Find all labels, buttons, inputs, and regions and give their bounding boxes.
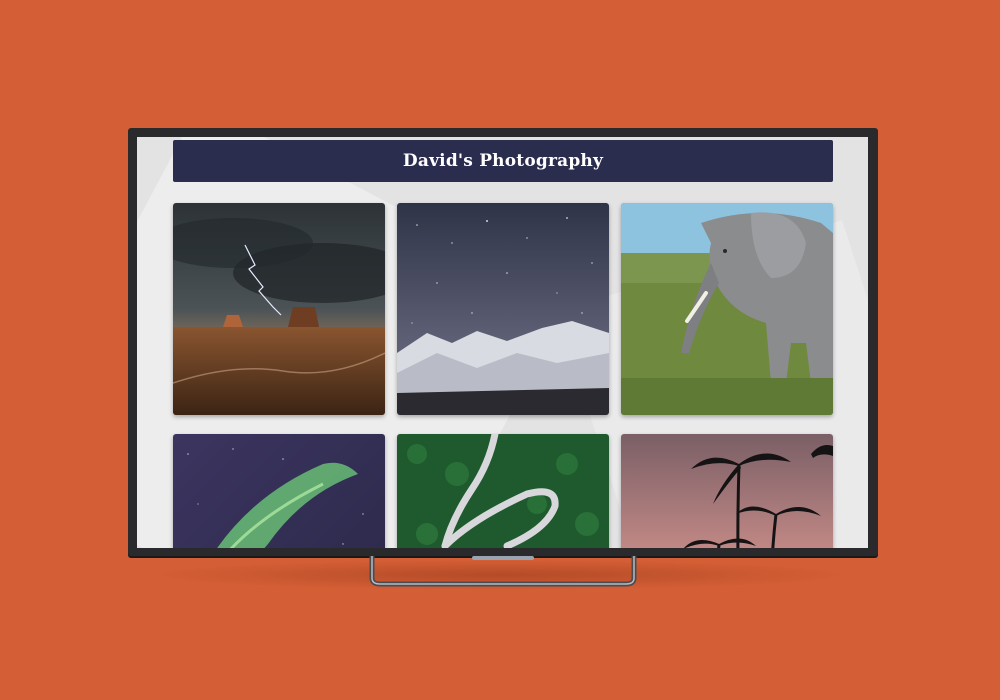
photo-snowy-mountains[interactable]	[397, 203, 609, 415]
photo-palm-sunset[interactable]	[621, 434, 833, 548]
site-header: David's Photography	[173, 140, 833, 182]
photo-aurora[interactable]	[173, 434, 385, 548]
site-title: David's Photography	[402, 151, 604, 171]
scene: David's Photography	[0, 0, 1000, 700]
tv-screen: David's Photography	[137, 137, 868, 548]
photo-forest-road[interactable]	[397, 434, 609, 548]
photo-desert-lightning[interactable]	[173, 203, 385, 415]
photo-elephant[interactable]	[621, 203, 833, 415]
tv-stand-connector	[472, 556, 534, 560]
tv-stand	[369, 556, 637, 587]
